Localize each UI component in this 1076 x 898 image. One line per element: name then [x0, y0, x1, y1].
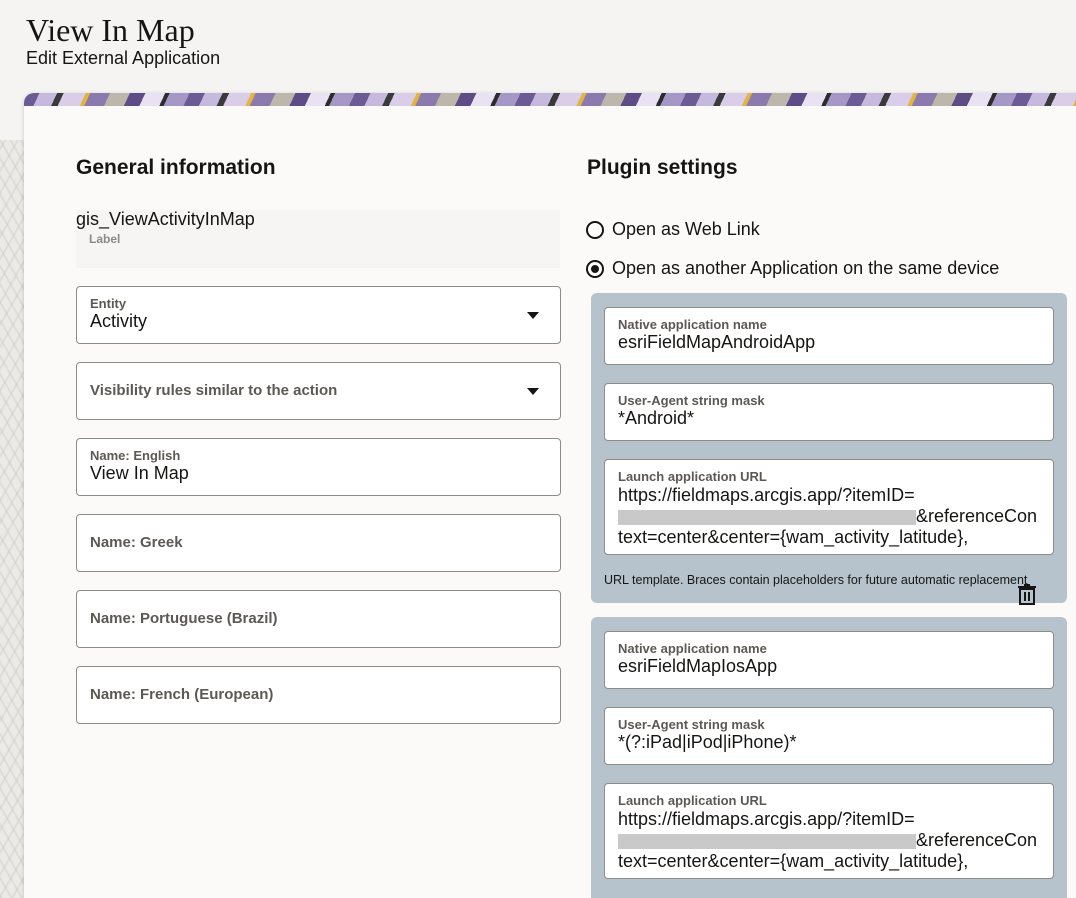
user-agent-mask-label: User-Agent string mask [618, 717, 765, 732]
launch-url-textarea[interactable]: Launch application URL https://fieldmaps… [604, 783, 1054, 879]
visibility-rules-placeholder: Visibility rules similar to the action [90, 382, 338, 399]
name-english-input[interactable]: Name: English View In Map [76, 438, 561, 496]
launch-url-label: Launch application URL [618, 793, 767, 808]
page-title: View In Map [26, 12, 195, 48]
native-application-name-input[interactable]: Native application name esriFieldMapAndr… [604, 307, 1054, 365]
user-agent-mask-value: *(?:iPad|iPod|iPhone)* [618, 732, 797, 752]
general-information-title: General information [76, 156, 276, 179]
user-agent-mask-input[interactable]: User-Agent string mask *(?:iPad|iPod|iPh… [604, 707, 1054, 765]
name-english-value: View In Map [90, 463, 189, 483]
trash-icon-svg [1018, 584, 1036, 605]
radio-button[interactable] [586, 220, 604, 239]
native-application-name-label: Native application name [618, 641, 767, 656]
name-portuguese-input[interactable]: Name: Portuguese (Brazil) [76, 590, 561, 648]
entity-value: Activity [90, 311, 148, 331]
trash-icon[interactable] [1017, 583, 1037, 605]
visibility-rules-select[interactable]: Visibility rules similar to the action [76, 362, 561, 420]
launch-url-value: https://fieldmaps.arcgis.app/?itemID=&re… [618, 809, 1038, 873]
radio-open-web-link[interactable]: Open as Web Link [586, 219, 760, 240]
native-application-name-input[interactable]: Native application name esriFieldMapIosA… [604, 631, 1054, 689]
launch-url-textarea[interactable]: Launch application URL https://fieldmaps… [604, 459, 1054, 555]
native-application-name-label: Native application name [618, 317, 767, 332]
application-panel-android: Native application name esriFieldMapAndr… [591, 293, 1067, 605]
name-greek-placeholder: Name: Greek [90, 534, 183, 551]
radio-label[interactable]: Open as Web Link [612, 219, 760, 240]
radio-button[interactable] [586, 259, 604, 278]
page-subtitle: Edit External Application [26, 48, 221, 68]
entity-select[interactable]: Entity Activity [76, 286, 561, 344]
application-panel-ios: Native application name esriFieldMapIosA… [591, 617, 1067, 898]
card-banner [24, 93, 1076, 106]
radio-open-application[interactable]: Open as another Application on the same … [586, 258, 999, 279]
url-prefix: https://fieldmaps.arcgis.app/?itemID= [618, 809, 915, 829]
label-readonly-field: gis_ViewActivityInMap Label [76, 209, 560, 268]
redacted-item-id [618, 833, 916, 849]
name-french-input[interactable]: Name: French (European) [76, 666, 561, 724]
name-greek-input[interactable]: Name: Greek [76, 514, 561, 572]
native-application-name-value: esriFieldMapAndroidApp [618, 332, 816, 352]
redacted-item-id [618, 509, 916, 525]
launch-url-label: Launch application URL [618, 469, 767, 484]
native-application-name-value: esriFieldMapIosApp [618, 656, 778, 676]
chevron-down-icon[interactable] [527, 312, 539, 319]
launch-url-value: https://fieldmaps.arcgis.app/?itemID=&re… [618, 485, 1038, 549]
plugin-settings-title: Plugin settings [587, 156, 738, 179]
url-template-hint: URL template. Braces contain placeholder… [604, 573, 1028, 587]
radio-label[interactable]: Open as another Application on the same … [612, 258, 999, 279]
user-agent-mask-value: *Android* [618, 408, 695, 428]
user-agent-mask-label: User-Agent string mask [618, 393, 765, 408]
label-value: gis_ViewActivityInMap [76, 209, 255, 229]
label-caption: Label [89, 232, 121, 246]
user-agent-mask-input[interactable]: User-Agent string mask *Android* [604, 383, 1054, 441]
name-english-label: Name: English [90, 448, 181, 463]
chevron-down-icon[interactable] [527, 388, 539, 395]
name-portuguese-placeholder: Name: Portuguese (Brazil) [90, 610, 278, 627]
background-pattern [0, 140, 26, 898]
entity-label: Entity [90, 296, 127, 311]
url-prefix: https://fieldmaps.arcgis.app/?itemID= [618, 485, 915, 505]
name-french-placeholder: Name: French (European) [90, 686, 274, 703]
page-header: View In Map Edit External Application [26, 12, 220, 69]
